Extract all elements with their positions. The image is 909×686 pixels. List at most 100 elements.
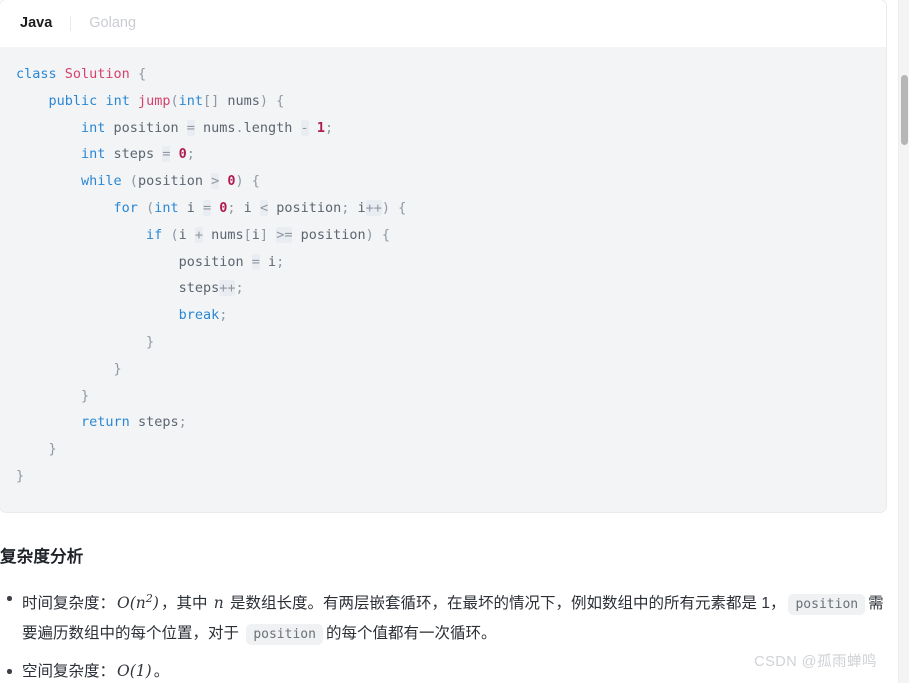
code-token: public [48,92,98,109]
code-token: ) { [235,173,260,190]
code-token: ] [259,226,269,243]
code-token: int [154,199,179,216]
inline-code-chip: position [788,593,866,615]
code-token: = [202,199,212,216]
code-token: ; [235,280,244,297]
code-token: nums [202,226,244,243]
code-token: 0 [227,173,236,190]
code-token: while [81,173,122,190]
code-token: = [186,119,195,136]
scrollbar-thumb[interactable] [901,75,908,145]
code-token: i [178,226,195,243]
code-token: Solution [64,66,130,82]
code-token: class [16,66,57,82]
code-token: 1 [316,119,325,136]
page-title: 复杂度分析 [0,547,84,566]
text-run: 是数组长度。有两层嵌套循环，在最坏的情况下，例如数组中的所有元素都是 1， [225,594,786,612]
code-token: i [357,199,366,216]
page-scrollbar[interactable] [898,0,909,683]
code-token: if [146,226,163,243]
code-token: ( [121,173,138,190]
code-token: } [113,360,122,377]
code-token: ; [341,199,358,216]
code-token: } [81,387,90,404]
tab-divider [70,16,72,31]
code-token: ; [219,307,228,324]
code-token: steps [105,146,163,163]
code-token: . [235,119,244,136]
code-token: } [146,333,155,350]
math-expression: O(n2) [117,591,159,612]
code-token: > [211,173,220,190]
code-token: ) { [381,199,407,216]
code-token: steps [129,414,179,431]
tab-golang[interactable]: Golang [85,16,140,31]
code-token: for [113,199,138,216]
list-item: 时间复杂度： O(n2) ，其中 n 是数组长度。有两层嵌套循环，在最坏的情况下，例… [7,584,886,649]
code-token: position [292,226,366,243]
text-run: 时间复杂度： [22,594,116,612]
code-text: class Solution { public int jump(int[] n… [16,61,886,490]
code-token: position [105,119,187,136]
code-card: Java Golang class Solution { public int … [0,0,886,512]
code-token: i [251,226,260,243]
code-token: ; [186,146,195,163]
code-token: length [243,119,301,136]
code-token: ) { [365,226,390,243]
code-token: ++ [219,280,236,297]
code-token: = [251,253,260,270]
code-token: ; [178,414,187,431]
code-token: nums [194,119,236,136]
code-token: int [105,92,130,109]
code-token: steps [178,280,220,297]
code-token: 0 [178,146,187,163]
code-token: [ [243,226,252,243]
inline-code-chip: position [246,623,323,645]
code-token: ; [227,199,244,216]
code-token: ( [170,92,179,109]
code-token: i [178,199,203,216]
code-token: ( [162,226,179,243]
code-token: + [194,226,203,243]
text-run: ，其中 [160,594,212,612]
code-token: >= [276,226,293,243]
code-token: ; [324,119,334,136]
watermark: CSDN @孤雨蝉鸣 [754,654,877,670]
code-token: jump [137,92,171,109]
text-run: 的每个值都有一次循环。 [325,624,497,642]
code-token: ++ [365,199,382,216]
code-token: { [137,66,147,82]
tab-java[interactable]: Java [16,16,56,31]
code-token: < [259,199,269,216]
code-token: ) { [259,92,285,109]
code-token: int [81,119,106,136]
code-token: ; [276,253,285,270]
code-token: } [48,441,57,458]
code-token: int [178,92,204,109]
code-token: ( [137,199,155,216]
text-run: 。 [153,662,170,680]
code-token: return [81,414,130,431]
code-token: nums [219,92,260,109]
code-token: position [178,253,252,270]
code-token: [] [203,92,220,109]
code-token: position [268,199,342,216]
code-token: position [137,173,212,190]
code-token: break [178,307,220,324]
code-block[interactable]: class Solution { public int jump(int[] n… [0,47,886,512]
